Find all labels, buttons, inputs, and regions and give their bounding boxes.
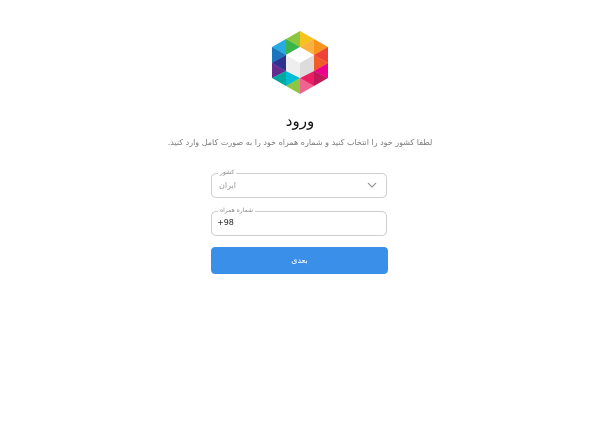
country-select[interactable]: کشور ایران [211,169,387,198]
phone-label: شماره همراه [218,207,256,215]
page-title: ورود [285,112,315,130]
next-button[interactable]: بعدی [211,247,388,274]
page-subtitle: لطفا کشور خود را انتخاب کنید و شماره همر… [167,138,433,147]
chevron-down-icon[interactable] [367,181,377,189]
phone-field[interactable]: شماره همراه [211,207,387,236]
country-label: کشور [218,169,237,177]
rubika-logo [272,31,328,94]
country-value: ایران [219,181,236,190]
phone-input[interactable] [217,218,377,227]
